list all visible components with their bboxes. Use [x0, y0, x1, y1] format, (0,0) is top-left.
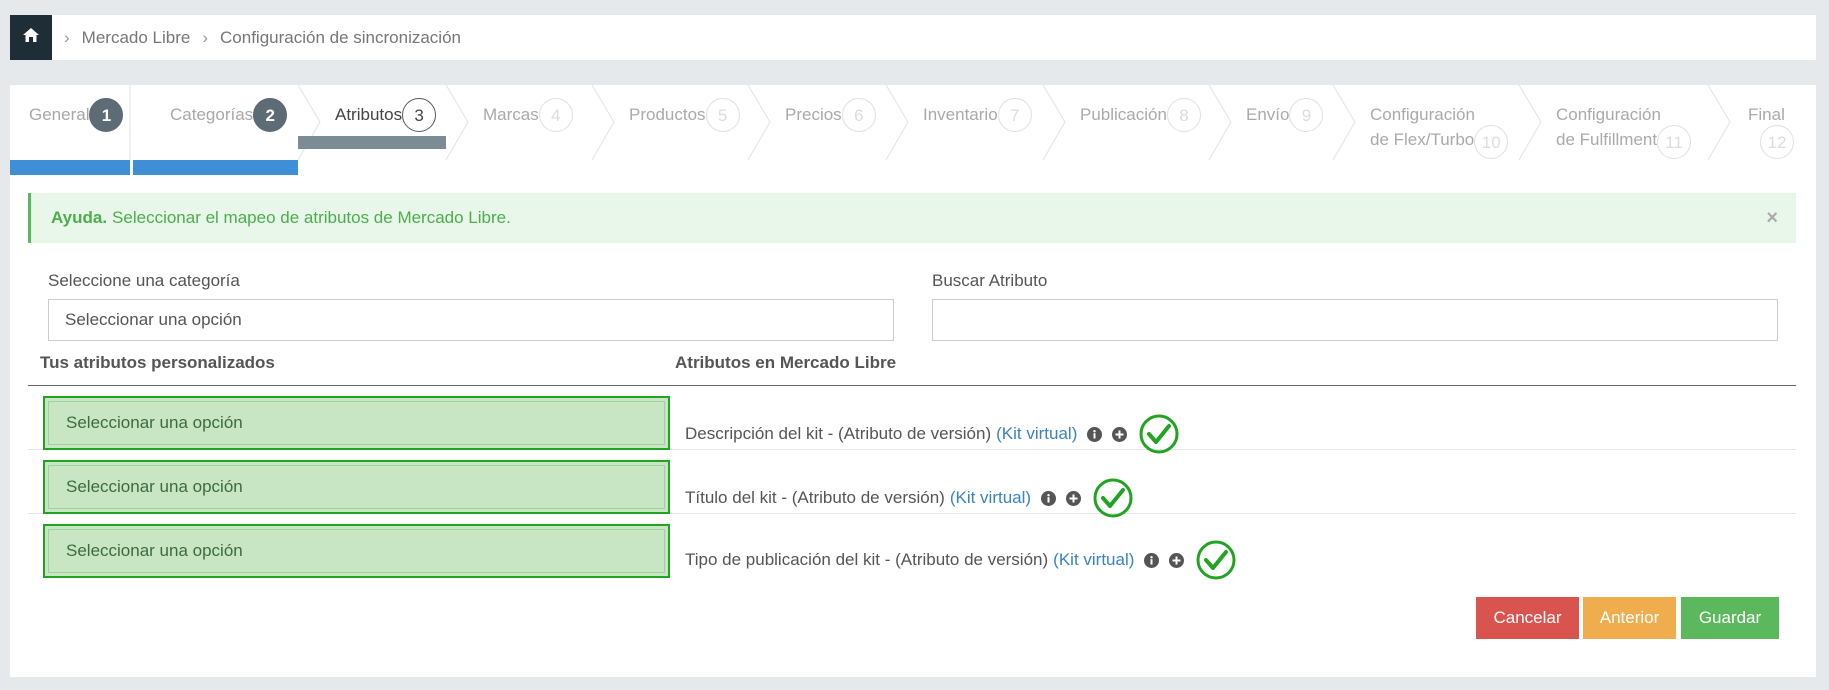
cancel-button[interactable]: Cancelar [1476, 597, 1579, 639]
breadcrumb-item-sync-config: Configuración de sincronización [220, 27, 461, 47]
step-number: 1 [89, 98, 124, 132]
step-general[interactable]: General 1 [10, 85, 130, 160]
plus-circle-icon[interactable] [1066, 490, 1082, 506]
ml-attribute: Descripción del kit - (Atributo de versi… [685, 414, 1179, 454]
ml-attribute: Tipo de publicación del kit - (Atributo … [685, 540, 1236, 580]
step-precios[interactable]: Precios 6 [748, 85, 886, 160]
step-fulfillment[interactable]: Configuración de Fulfillment 11 [1519, 85, 1708, 160]
plus-circle-icon[interactable] [1112, 426, 1128, 442]
table-row: Seleccionar una opción Título del kit - … [28, 450, 1796, 518]
search-attribute-label: Buscar Atributo [932, 271, 1048, 290]
ml-attribute: Título del kit - (Atributo de versión) (… [685, 478, 1133, 518]
breadcrumb-separator: › [202, 27, 209, 47]
step-publicacion[interactable]: Publicación 8 [1043, 85, 1209, 160]
main-panel: Ayuda. Seleccionar el mapeo de atributos… [10, 175, 1816, 677]
home-button[interactable] [10, 15, 52, 60]
step-final[interactable]: Final 12 [1708, 85, 1816, 160]
step-productos[interactable]: Productos 5 [592, 85, 748, 160]
alert-title: Ayuda. [51, 208, 108, 227]
step-flex-turbo[interactable]: Configuración de Flex/Turbo 10 [1333, 85, 1519, 160]
help-alert: Ayuda. Seleccionar el mapeo de atributos… [28, 193, 1796, 243]
progress-bar-step-2 [133, 160, 298, 175]
check-circle-icon [1139, 414, 1179, 454]
kit-virtual-link[interactable]: (Kit virtual) [1053, 550, 1134, 570]
step-number: 11 [1657, 125, 1692, 159]
category-label: Seleccione una categoría [48, 271, 240, 290]
step-number: 2 [253, 98, 288, 132]
kit-virtual-link[interactable]: (Kit virtual) [950, 488, 1031, 508]
breadcrumb: › Mercado Libre › Configuración de sincr… [10, 15, 1816, 60]
table-row: Seleccionar una opción Descripción del k… [28, 386, 1796, 454]
step-number: 6 [841, 98, 876, 132]
save-button[interactable]: Guardar [1681, 597, 1779, 639]
attribute-name: Título del kit - (Atributo de versión) [685, 488, 945, 507]
step-marcas[interactable]: Marcas 4 [446, 85, 592, 160]
column-header-custom: Tus atributos personalizados [40, 353, 275, 372]
custom-attribute-select[interactable]: Seleccionar una opción [43, 460, 670, 514]
alert-message: Seleccionar el mapeo de atributos de Mer… [112, 208, 511, 227]
wizard-steps: General 1 Categorías 2 Atributos 3 Marcas 4 … [10, 85, 1816, 175]
info-icon[interactable] [1144, 552, 1160, 568]
plus-circle-icon[interactable] [1169, 552, 1185, 568]
kit-virtual-link[interactable]: (Kit virtual) [996, 424, 1077, 444]
table-row: Seleccionar una opción Tipo de publicaci… [28, 514, 1796, 580]
step-number: 10 [1474, 125, 1509, 159]
step-categorias[interactable]: Categorías 2 [133, 85, 298, 160]
progress-bar-step-1 [10, 160, 130, 175]
category-select[interactable]: Seleccionar una opción [48, 299, 894, 341]
step-number: 8 [1166, 98, 1201, 132]
attribute-name: Tipo de publicación del kit - (Atributo … [685, 550, 1049, 569]
step-inventario[interactable]: Inventario 7 [886, 85, 1043, 160]
search-attribute-input[interactable] [932, 299, 1778, 341]
step-envio[interactable]: Envío 9 [1209, 85, 1333, 160]
active-step-indicator [298, 136, 446, 149]
step-number: 4 [538, 98, 573, 132]
check-circle-icon [1093, 478, 1133, 518]
step-number: 3 [402, 98, 437, 132]
step-number: 9 [1289, 98, 1324, 132]
step-number: 5 [705, 98, 740, 132]
step-number: 7 [997, 98, 1032, 132]
home-icon [23, 28, 39, 47]
breadcrumb-separator: › [64, 27, 70, 47]
attribute-name: Descripción del kit - (Atributo de versi… [685, 424, 992, 443]
close-icon[interactable]: × [1766, 207, 1778, 230]
info-icon[interactable] [1041, 490, 1057, 506]
check-circle-icon [1196, 540, 1236, 580]
custom-attribute-select[interactable]: Seleccionar una opción [43, 524, 670, 578]
info-icon[interactable] [1087, 426, 1103, 442]
custom-attribute-select[interactable]: Seleccionar una opción [43, 396, 670, 450]
step-number: 12 [1760, 125, 1794, 159]
breadcrumb-item-mercado-libre[interactable]: Mercado Libre [82, 28, 191, 48]
previous-button[interactable]: Anterior [1583, 597, 1676, 639]
column-header-ml: Atributos en Mercado Libre [675, 353, 897, 372]
